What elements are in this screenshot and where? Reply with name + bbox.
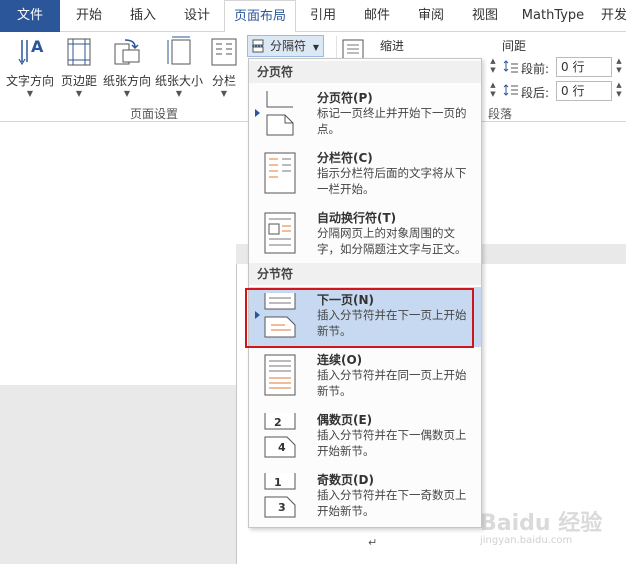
chevron-down-icon: ▼ — [123, 89, 131, 98]
orientation-label: 纸张方向 — [102, 74, 151, 88]
menu-item-desc: 指示分栏符后面的文字将从下一栏开始。 — [317, 166, 467, 196]
menu-item-even-page[interactable]: 2 4 偶数页(E) 插入分节符并在下一偶数页上开始新节。 — [249, 407, 481, 467]
page-setup-group-label: 页面设置 — [130, 107, 179, 121]
orientation-button[interactable]: 纸张方向 ▼ — [102, 36, 152, 100]
menu-item-desc: 插入分节符并在下一偶数页上开始新节。 — [317, 428, 467, 458]
menu-item-title: 奇数页(D) — [317, 473, 374, 487]
menu-item-page-break[interactable]: 分页符(P) 标记一页终止并开始下一页的点。 — [249, 85, 481, 145]
menu-item-title: 分页符(P) — [317, 91, 373, 105]
svg-text:4: 4 — [278, 441, 286, 454]
menu-item-odd-page[interactable]: 1 3 奇数页(D) 插入分节符并在下一奇数页上开始新节。 — [249, 467, 481, 527]
space-after-spinner[interactable]: ▲ ▼ — [614, 81, 624, 101]
menu-item-title: 偶数页(E) — [317, 413, 373, 427]
menu-item-desc: 插入分节符并在同一页上开始新节。 — [317, 368, 467, 398]
menu-item-title: 分栏符(C) — [317, 151, 373, 165]
space-before-spinner[interactable]: ▲ ▼ — [614, 57, 624, 77]
tab-mailings[interactable]: 邮件 — [350, 0, 404, 32]
text-direction-label: 文字方向 — [5, 74, 54, 88]
tab-references[interactable]: 引用 — [296, 0, 350, 32]
tab-insert[interactable]: 插入 — [116, 0, 170, 32]
menu-item-column-break[interactable]: 分栏符(C) 指示分栏符后面的文字将从下一栏开始。 — [249, 145, 481, 205]
text-direction-button[interactable]: A 文字方向 ▼ — [4, 36, 56, 100]
document-gutter — [0, 385, 236, 564]
tab-mathtype[interactable]: MathType — [512, 0, 594, 32]
column-break-icon — [264, 152, 296, 194]
tab-developer[interactable]: 开发 — [594, 0, 626, 32]
svg-text:1: 1 — [274, 476, 282, 489]
menu-item-text-wrapping-break[interactable]: 自动换行符(T) 分隔网页上的对象周围的文字，如分隔题注文字与正文。 — [249, 205, 481, 265]
menu-item-desc: 插入分节符并在下一奇数页上开始新节。 — [317, 488, 467, 518]
size-label: 纸张大小 — [154, 74, 203, 88]
spacing-label: 间距 — [502, 39, 527, 53]
columns-label: 分栏 — [211, 74, 236, 88]
paragraph-group-label: 段落 — [488, 107, 513, 121]
tab-page-layout[interactable]: 页面布局 — [224, 0, 296, 33]
section-breaks-header: 分节符 — [249, 263, 481, 285]
continuous-section-icon — [264, 354, 296, 396]
paper-size-icon — [167, 36, 191, 65]
tab-view[interactable]: 视图 — [458, 0, 512, 32]
indent-spin-bottom[interactable]: ▲ ▼ — [488, 81, 498, 101]
space-after-label: 段后: — [521, 86, 550, 100]
menu-item-desc: 分隔网页上的对象周围的文字，如分隔题注文字与正文。 — [317, 226, 467, 256]
columns-icon — [211, 38, 237, 66]
svg-text:A: A — [31, 37, 44, 56]
space-before-label: 段前: — [521, 62, 550, 76]
even-page-section-icon: 2 4 — [264, 413, 296, 458]
text-direction-icon: A — [18, 37, 44, 66]
space-after-field[interactable]: 0 行 — [556, 81, 612, 101]
document-area-left — [0, 122, 236, 564]
size-button[interactable]: 纸张大小 ▼ — [154, 36, 204, 100]
watermark-url: jingyan.baidu.com — [480, 535, 573, 546]
tab-home[interactable]: 开始 — [62, 0, 116, 32]
watermark-brand: Baidu 经验 — [480, 511, 603, 536]
tab-design[interactable]: 设计 — [170, 0, 224, 32]
page-breaks-header: 分页符 — [249, 61, 481, 83]
breaks-label: 分隔符 — [270, 39, 307, 53]
menu-item-title: 连续(O) — [317, 353, 363, 367]
chevron-down-icon: ▼ — [220, 89, 228, 98]
margins-button[interactable]: 页边距 ▼ — [58, 36, 100, 100]
space-before-icon — [503, 60, 518, 73]
space-after-icon — [503, 84, 518, 96]
tab-file[interactable]: 文件 — [0, 0, 60, 32]
highlight-callout-box — [245, 288, 474, 348]
odd-page-section-icon: 1 3 — [264, 473, 296, 518]
menu-item-title: 自动换行符(T) — [317, 211, 397, 225]
svg-text:2: 2 — [274, 416, 282, 429]
svg-text:3: 3 — [278, 501, 286, 514]
orientation-icon — [114, 39, 140, 65]
columns-button[interactable]: 分栏 ▼ — [208, 36, 240, 100]
page-break-icon — [266, 91, 294, 136]
margins-label: 页边距 — [60, 74, 97, 88]
tab-review[interactable]: 审阅 — [404, 0, 458, 32]
breaks-button[interactable]: 分隔符 ▼ — [247, 35, 324, 57]
text-wrapping-break-icon — [264, 212, 296, 254]
margins-icon — [67, 38, 91, 66]
chevron-down-icon: ▼ — [175, 89, 183, 98]
ribbon-tab-bar: 文件 开始 插入 设计 页面布局 引用 邮件 审阅 视图 MathType 开发 — [0, 0, 626, 33]
space-before-field[interactable]: 0 行 — [556, 57, 612, 77]
indent-spin-top[interactable]: ▲ ▼ — [488, 57, 498, 77]
menu-item-desc: 标记一页终止并开始下一页的点。 — [317, 106, 467, 136]
menu-item-continuous[interactable]: 连续(O) 插入分节符并在同一页上开始新节。 — [249, 347, 481, 407]
indent-label: 缩进 — [380, 39, 405, 53]
chevron-down-icon: ▼ — [312, 43, 319, 52]
chevron-down-icon: ▼ — [26, 89, 34, 98]
breaks-icon — [252, 39, 264, 53]
paragraph-mark: ↵ — [368, 536, 378, 549]
chevron-down-icon: ▼ — [75, 89, 83, 98]
